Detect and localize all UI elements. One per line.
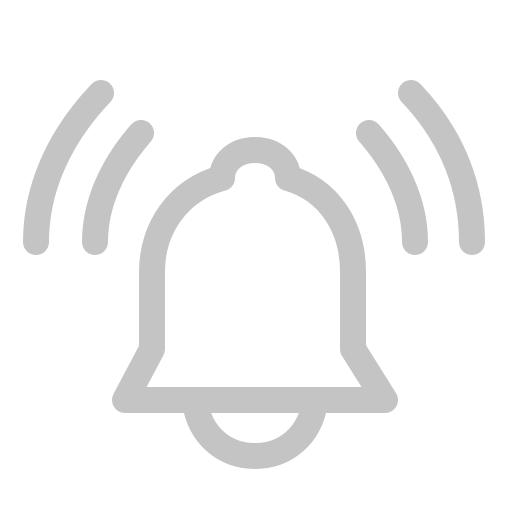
icon-canvas: [0, 0, 512, 512]
ringing-bell-icon: [23, 80, 485, 469]
left-inner-wave: [82, 120, 154, 255]
right-inner-wave: [356, 120, 428, 255]
bell-body: [112, 137, 398, 413]
